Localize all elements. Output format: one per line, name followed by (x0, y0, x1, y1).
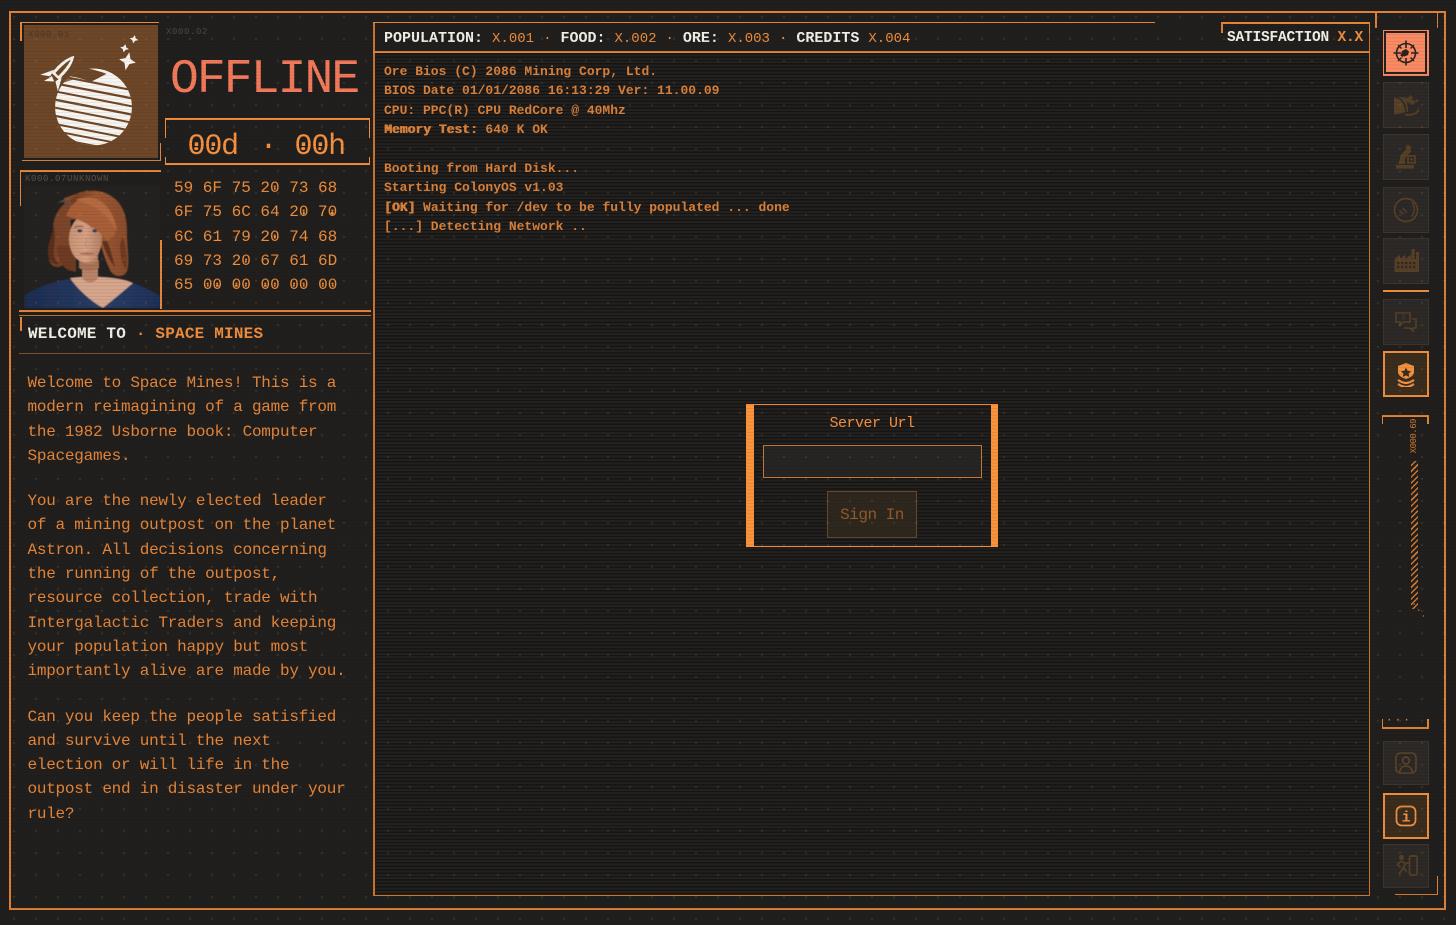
svg-text:S: S (1401, 315, 1405, 323)
svg-text:i: i (1401, 809, 1410, 826)
